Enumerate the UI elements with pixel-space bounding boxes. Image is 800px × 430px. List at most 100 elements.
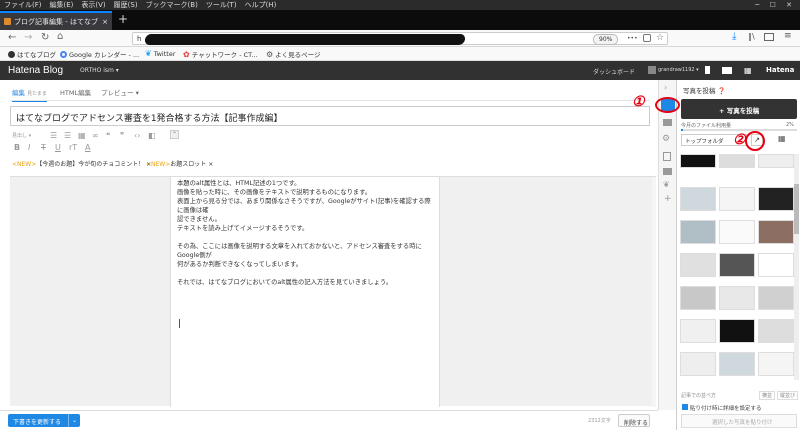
maximize-icon[interactable]: ☐ bbox=[766, 0, 780, 10]
back-icon[interactable]: ← bbox=[8, 32, 16, 43]
photo-thumbnail[interactable] bbox=[680, 154, 716, 168]
collapse-panel-icon[interactable]: › bbox=[664, 83, 667, 92]
hide-icon[interactable]: ◧ bbox=[148, 131, 156, 140]
tab-html-edit[interactable]: HTML編集 bbox=[60, 87, 91, 97]
menu-edit[interactable]: 編集(E) bbox=[46, 0, 78, 10]
home-icon[interactable]: ⌂ bbox=[57, 31, 63, 42]
photo-thumbnail[interactable] bbox=[680, 253, 716, 277]
menu-bookmarks[interactable]: ブックマーク(B) bbox=[142, 0, 202, 10]
forward-icon[interactable]: → bbox=[24, 32, 32, 43]
bookmark-icon[interactable] bbox=[705, 66, 710, 74]
library-icon[interactable]: ‖\ bbox=[748, 32, 755, 41]
photo-thumbnail[interactable] bbox=[680, 286, 716, 310]
avatar[interactable] bbox=[648, 66, 656, 74]
photo-thumbnail[interactable] bbox=[680, 352, 716, 376]
new-tab-button[interactable]: + bbox=[118, 12, 128, 26]
hatena-blog-logo[interactable]: Hatena Blog bbox=[8, 65, 63, 76]
tab-close-icon[interactable]: × bbox=[102, 18, 108, 26]
menu-tools[interactable]: ツール(T) bbox=[202, 0, 241, 10]
photo-grid-scrollbar[interactable] bbox=[794, 154, 799, 380]
editor-page[interactable]: 本題のalt属性とは、HTML記述の1つです。 画像を貼った時に、その画像をテキス… bbox=[170, 177, 440, 407]
sort-horizontal-button[interactable]: 横並 bbox=[759, 391, 776, 400]
detail-checkbox[interactable] bbox=[682, 404, 688, 410]
grid-icon[interactable]: ▦ bbox=[744, 66, 752, 75]
photo-thumbnail[interactable] bbox=[758, 187, 794, 211]
bookmark-chatwork[interactable]: ✿ チャットワーク - CT... bbox=[183, 49, 258, 60]
hatena-right-logo[interactable]: Hatena bbox=[766, 66, 794, 74]
photo-thumbnail[interactable] bbox=[758, 286, 794, 310]
downloads-icon[interactable]: ⤓ bbox=[732, 31, 736, 42]
list-ul-icon[interactable]: ☰ bbox=[50, 131, 57, 140]
bookmark-google-calendar[interactable]: Google カレンダー - ... bbox=[60, 49, 139, 59]
notice-item[interactable]: <NEW>お題スロット × bbox=[146, 159, 213, 168]
hamburger-menu-icon[interactable]: ≡ bbox=[784, 31, 792, 41]
underline-icon[interactable]: U bbox=[55, 143, 61, 152]
photo-thumbnail[interactable] bbox=[719, 286, 755, 310]
article-title-input[interactable]: はてなブログでアドセンス審査を1発合格する方法【記事作成編】 bbox=[10, 106, 650, 126]
photo-thumbnail[interactable] bbox=[719, 352, 755, 376]
folder-icon[interactable] bbox=[663, 119, 672, 126]
user-menu[interactable]: grandraw1192 ▾ bbox=[658, 67, 699, 73]
minimize-icon[interactable]: ─ bbox=[751, 0, 763, 10]
bold-icon[interactable]: B bbox=[14, 143, 20, 152]
menu-history[interactable]: 履歴(S) bbox=[110, 0, 142, 10]
delete-button[interactable]: 削除する bbox=[618, 414, 650, 427]
photo-thumbnail[interactable] bbox=[719, 187, 755, 211]
heading-select[interactable]: 見出し ▾ bbox=[12, 132, 31, 139]
menu-help[interactable]: ヘルプ(H) bbox=[241, 0, 281, 10]
bubble-icon[interactable]: ❞ bbox=[120, 131, 124, 140]
strike-icon[interactable]: T bbox=[41, 143, 46, 152]
dashboard-link[interactable]: ダッシュボード bbox=[593, 67, 635, 76]
embed-icon[interactable] bbox=[663, 168, 672, 175]
apps-icon[interactable] bbox=[722, 67, 732, 74]
collapse-toolbar-icon[interactable]: ⌃ bbox=[170, 130, 179, 139]
zoom-indicator[interactable]: 90% bbox=[593, 34, 619, 45]
page-actions-icon[interactable]: ••• bbox=[627, 35, 638, 42]
list-ol-icon[interactable]: ☰ bbox=[64, 131, 71, 140]
photo-thumbnail[interactable] bbox=[719, 154, 755, 168]
update-draft-button[interactable]: 下書きを更新する ⌄ bbox=[8, 414, 80, 427]
photo-thumbnail[interactable] bbox=[758, 319, 794, 343]
tab-preview[interactable]: プレビュー ▾ bbox=[101, 87, 139, 97]
blog-selector[interactable]: ORTHO ism ▾ bbox=[80, 67, 119, 74]
photo-thumbnail[interactable] bbox=[680, 319, 716, 343]
menu-file[interactable]: ファイル(F) bbox=[0, 0, 46, 10]
bookmark-star-icon[interactable]: ☆ bbox=[656, 33, 664, 43]
pocket-icon[interactable] bbox=[643, 34, 651, 42]
close-window-icon[interactable]: ✕ bbox=[782, 0, 796, 10]
photo-thumbnail[interactable] bbox=[758, 253, 794, 277]
notice-item[interactable]: <NEW>【今週のお題】今が旬のチョコミント！ × bbox=[12, 159, 151, 168]
blockquote-icon[interactable]: ❝ bbox=[106, 131, 110, 140]
chevron-down-icon[interactable]: ⌄ bbox=[68, 414, 80, 427]
photo-thumbnail[interactable] bbox=[680, 187, 716, 211]
photo-thumbnail[interactable] bbox=[719, 253, 755, 277]
table-icon[interactable]: ▦ bbox=[78, 131, 86, 140]
font-size-icon[interactable]: rT bbox=[69, 143, 77, 152]
photo-thumbnail[interactable] bbox=[719, 220, 755, 244]
paste-photos-button[interactable]: 選択した写真を貼り付け bbox=[681, 414, 797, 428]
upload-photo-button[interactable]: + 写真を投稿 bbox=[681, 99, 797, 119]
photo-thumbnail[interactable] bbox=[719, 319, 755, 343]
photo-thumbnail[interactable] bbox=[758, 352, 794, 376]
reload-icon[interactable]: ↻ bbox=[41, 32, 49, 43]
photo-thumbnail[interactable] bbox=[758, 154, 794, 168]
sort-vertical-button[interactable]: 縦並び bbox=[777, 391, 799, 400]
sidebar-icon[interactable] bbox=[764, 33, 774, 41]
document-icon[interactable] bbox=[663, 152, 671, 161]
bookmark-frequent[interactable]: ⚙ よく見るページ bbox=[266, 49, 321, 60]
font-color-icon[interactable]: A bbox=[85, 143, 90, 152]
editor-scrollbar[interactable] bbox=[652, 177, 656, 407]
browser-tab[interactable]: ブログ記事編集 - はてなブログ × bbox=[0, 11, 112, 30]
photo-thumbnail[interactable] bbox=[680, 220, 716, 244]
italic-icon[interactable]: I bbox=[28, 143, 30, 152]
help-icon[interactable]: ❓ bbox=[718, 87, 726, 95]
photo-thumbnail[interactable] bbox=[758, 220, 794, 244]
bookmark-hatena[interactable]: はてなブログ bbox=[8, 49, 56, 59]
code-icon[interactable]: ‹› bbox=[134, 131, 140, 140]
link-icon[interactable]: ∞ bbox=[92, 131, 99, 140]
menu-view[interactable]: 表示(V) bbox=[77, 0, 109, 10]
notice-close-icon[interactable]: × bbox=[208, 161, 213, 168]
view-grid-icon[interactable]: ▦ bbox=[778, 134, 786, 143]
twitter-icon[interactable]: ❦ bbox=[663, 180, 670, 189]
settings-icon[interactable]: ⚙ bbox=[662, 134, 670, 144]
